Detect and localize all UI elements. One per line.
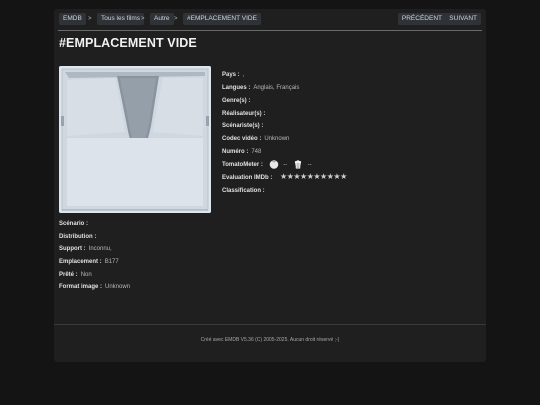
languages-field: Langues : Anglais, Français: [222, 85, 300, 91]
cast-field: Distribution :: [59, 234, 97, 240]
main-panel: EMDB > Tous les films > Autre > #EMPLACE…: [54, 9, 486, 362]
loaned-field: Prêté : Non: [59, 272, 92, 278]
tomatometer-field: TomatoMeter : -- --: [222, 159, 312, 171]
page-title: #EMPLACEMENT VIDE: [59, 36, 197, 50]
breadcrumb-separator: >: [174, 16, 178, 22]
cover-image: [59, 66, 211, 213]
breadcrumb-separator: >: [141, 16, 145, 22]
title-divider: [58, 30, 482, 31]
imdb-rating-field: Evaluation IMDb : ★★★★★★★★★★: [222, 172, 347, 181]
footer-divider: [54, 324, 486, 325]
empty-case-icon: [59, 66, 211, 213]
genres-field: Genre(s) :: [222, 98, 251, 104]
breadcrumb-other[interactable]: Autre: [150, 13, 174, 25]
popcorn-audience-icon: [294, 160, 302, 170]
classification-field: Classification :: [222, 188, 265, 194]
breadcrumb-separator: >: [88, 16, 92, 22]
aspect-ratio-field: Format image : Unknown: [59, 284, 131, 290]
rating-stars: ★★★★★★★★★★: [280, 172, 347, 181]
breadcrumb-all-films[interactable]: Tous les films: [97, 13, 145, 25]
video-codec-field: Codec vidéo : Unknown: [222, 136, 290, 142]
directors-field: Réalisateur(s) :: [222, 111, 266, 117]
media-field: Support : Inconnu,: [59, 246, 112, 252]
navigation-bar: EMDB > Tous les films > Autre > #EMPLACE…: [59, 13, 481, 25]
breadcrumb-current[interactable]: #EMPLACEMENT VIDE: [183, 13, 261, 25]
previous-button[interactable]: PRÉCÉDENT: [397, 13, 446, 25]
footer-credits: Créé avec EMDB V5.36 (C) 2005-2025. Aucu…: [200, 337, 340, 343]
writers-field: Scénariste(s) :: [222, 123, 264, 129]
tomato-critics-icon: [269, 160, 278, 170]
next-button[interactable]: SUIVANT: [445, 13, 481, 25]
breadcrumb-emdb[interactable]: EMDB: [59, 13, 86, 25]
location-field: Emplacement : B177: [59, 259, 119, 265]
number-field: Numéro :748: [222, 149, 262, 155]
plot-field: Scénario :: [59, 221, 89, 227]
country-field: Pays :,: [222, 72, 245, 78]
